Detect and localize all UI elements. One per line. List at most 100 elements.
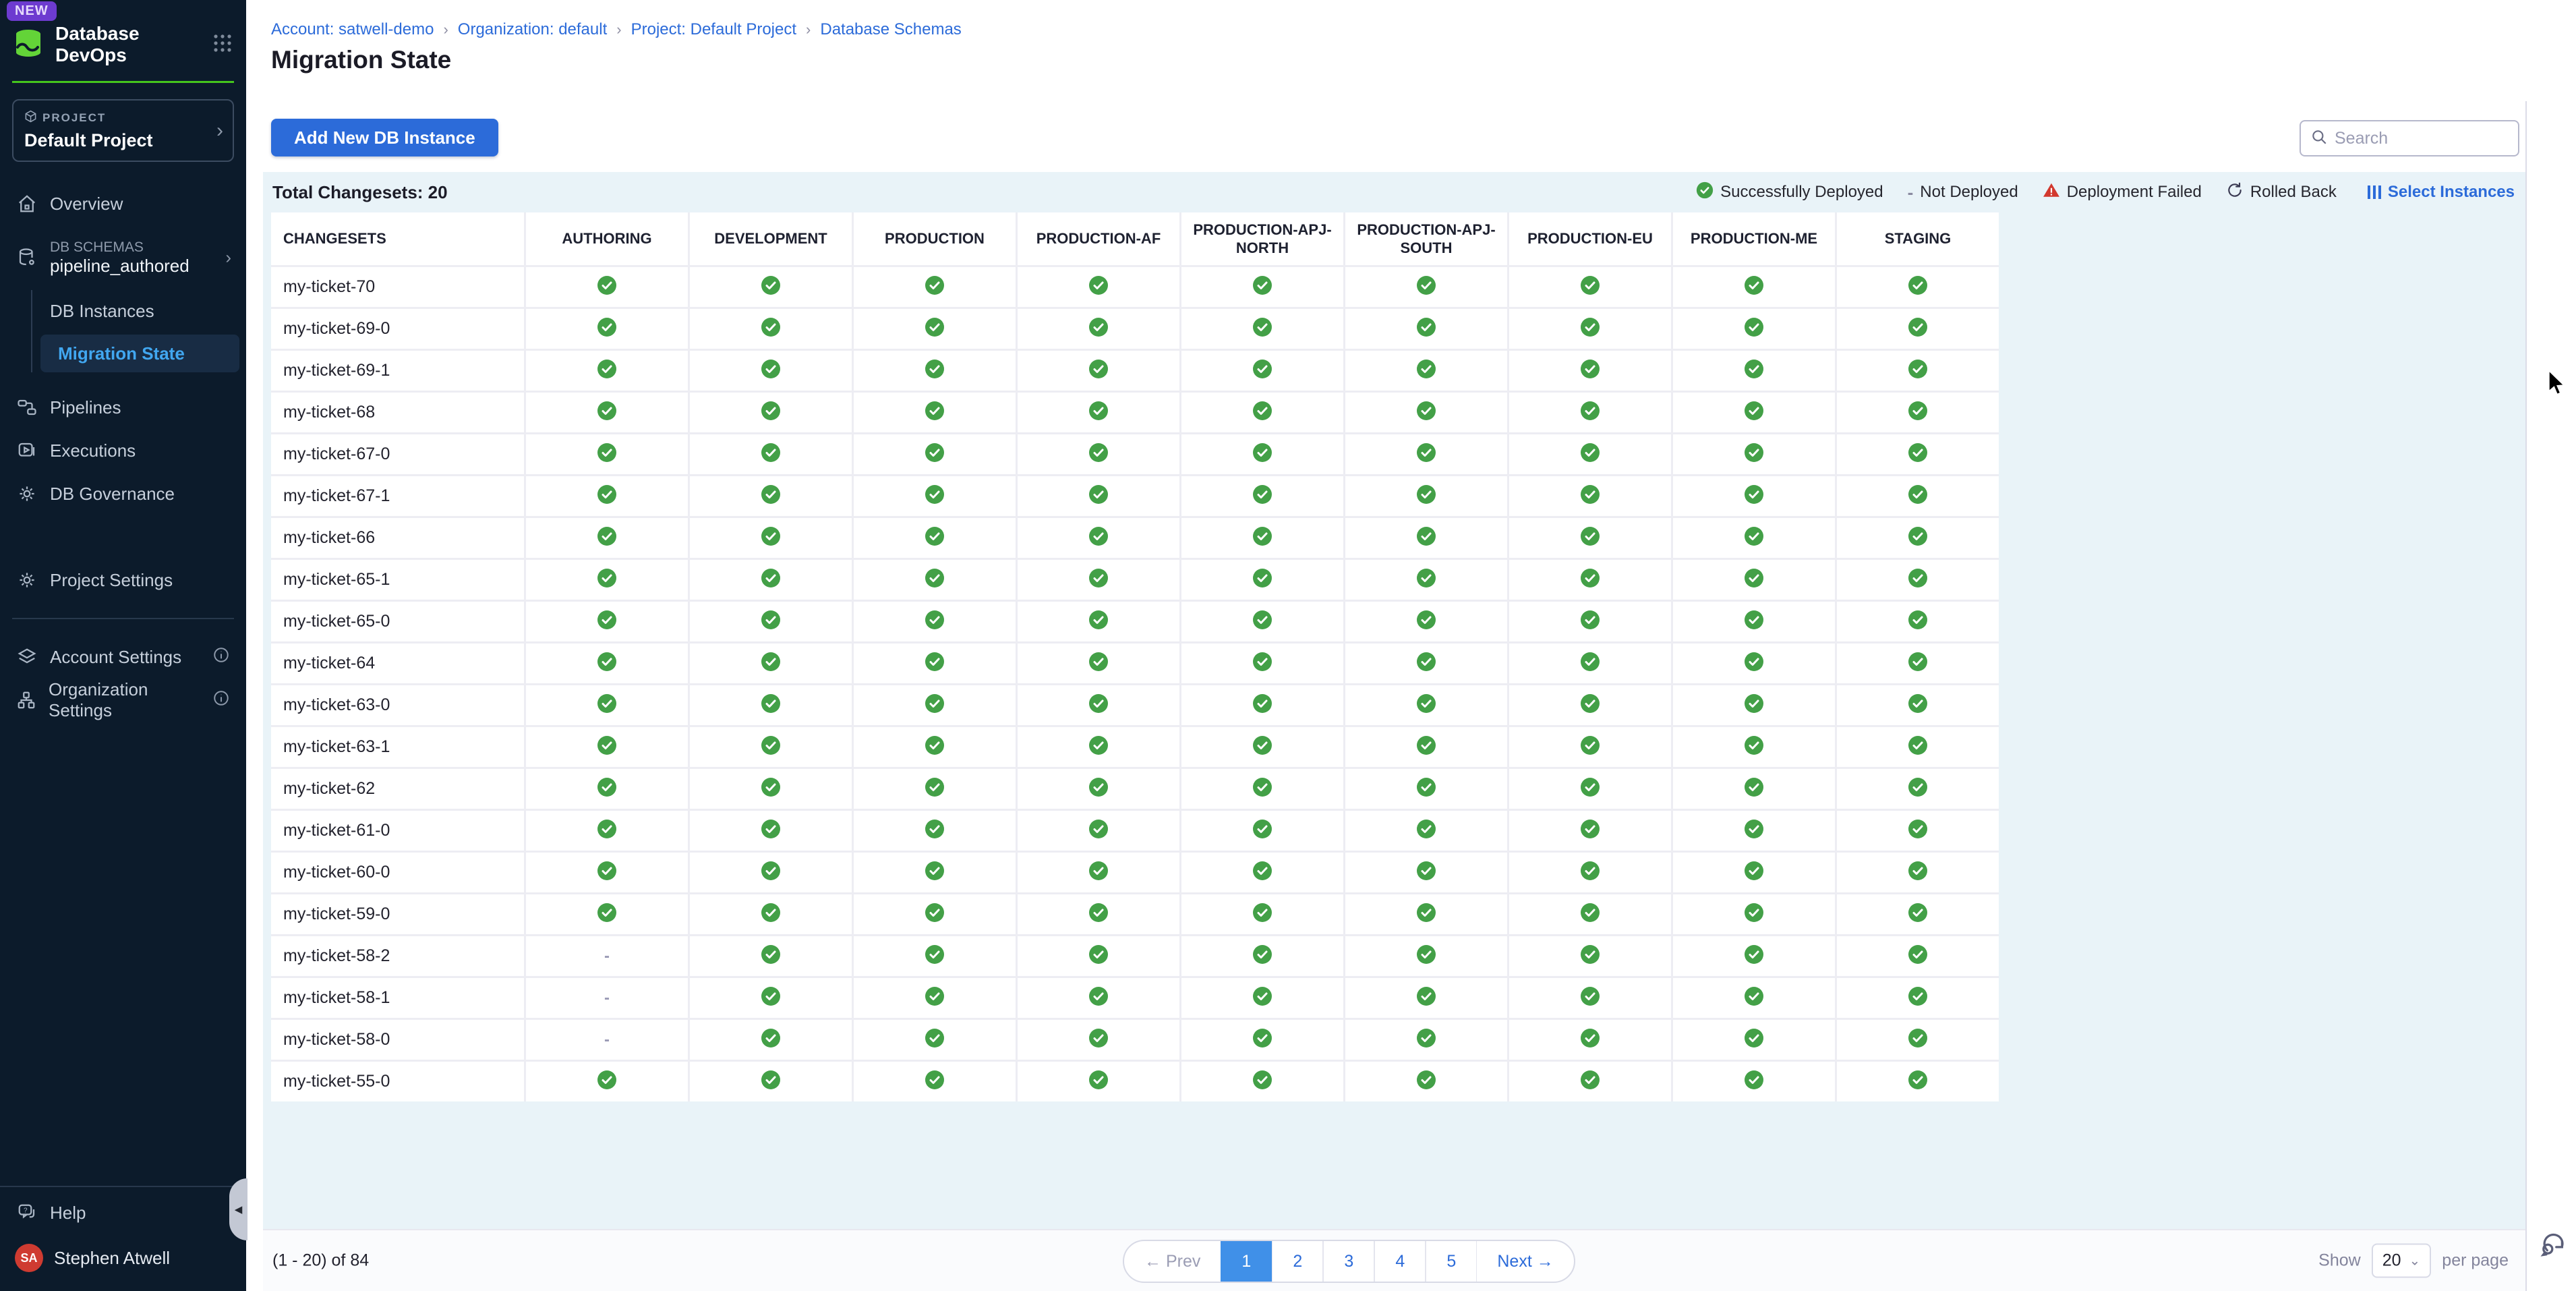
- status-cell[interactable]: [526, 853, 688, 892]
- status-cell[interactable]: [1673, 560, 1835, 600]
- status-cell[interactable]: [1673, 769, 1835, 809]
- status-cell[interactable]: [854, 560, 1016, 600]
- status-cell[interactable]: [1673, 853, 1835, 892]
- add-db-instance-button[interactable]: Add New DB Instance: [271, 119, 498, 156]
- status-cell[interactable]: [1509, 602, 1671, 641]
- status-cell[interactable]: [1673, 309, 1835, 349]
- status-cell[interactable]: [1018, 643, 1179, 683]
- status-cell[interactable]: [1345, 267, 1507, 307]
- status-cell[interactable]: [1673, 1062, 1835, 1101]
- status-cell[interactable]: [526, 393, 688, 432]
- status-cell[interactable]: [1018, 685, 1179, 725]
- status-cell[interactable]: [1345, 936, 1507, 976]
- status-cell[interactable]: [1509, 1020, 1671, 1060]
- status-cell[interactable]: [1837, 602, 1999, 641]
- status-cell[interactable]: [526, 434, 688, 474]
- status-cell[interactable]: [1509, 811, 1671, 851]
- status-cell[interactable]: [1181, 727, 1343, 767]
- status-cell[interactable]: [1018, 1020, 1179, 1060]
- status-cell[interactable]: [1345, 434, 1507, 474]
- page-button-3[interactable]: 3: [1323, 1241, 1374, 1282]
- status-cell[interactable]: [1837, 769, 1999, 809]
- status-cell[interactable]: [1837, 1020, 1999, 1060]
- status-cell[interactable]: [1345, 602, 1507, 641]
- status-cell[interactable]: [1018, 309, 1179, 349]
- status-cell[interactable]: [854, 267, 1016, 307]
- status-cell[interactable]: [1837, 267, 1999, 307]
- status-cell[interactable]: [1837, 476, 1999, 516]
- status-cell[interactable]: [690, 727, 852, 767]
- status-cell[interactable]: [1673, 351, 1835, 391]
- status-cell[interactable]: [1181, 560, 1343, 600]
- status-cell[interactable]: [690, 351, 852, 391]
- status-cell[interactable]: [1673, 936, 1835, 976]
- status-cell[interactable]: [1509, 769, 1671, 809]
- status-cell[interactable]: [1509, 560, 1671, 600]
- status-cell[interactable]: [690, 393, 852, 432]
- sidebar-item-migration-state[interactable]: Migration State: [40, 335, 239, 372]
- status-cell[interactable]: [1345, 1020, 1507, 1060]
- status-cell[interactable]: [526, 309, 688, 349]
- status-cell[interactable]: [1837, 560, 1999, 600]
- status-cell[interactable]: [1345, 560, 1507, 600]
- status-cell[interactable]: [1509, 476, 1671, 516]
- status-cell[interactable]: [690, 267, 852, 307]
- project-selector[interactable]: PROJECT Default Project ›: [12, 99, 234, 162]
- status-cell[interactable]: [1181, 811, 1343, 851]
- support-chat-icon[interactable]: [2537, 1229, 2568, 1263]
- status-cell[interactable]: [1018, 560, 1179, 600]
- status-cell[interactable]: [1673, 811, 1835, 851]
- status-cell[interactable]: [526, 894, 688, 934]
- status-cell[interactable]: [1837, 643, 1999, 683]
- status-cell[interactable]: [1181, 685, 1343, 725]
- status-cell[interactable]: [1345, 727, 1507, 767]
- status-cell[interactable]: [526, 769, 688, 809]
- status-cell[interactable]: [1837, 309, 1999, 349]
- status-cell[interactable]: [1018, 936, 1179, 976]
- breadcrumb-organization[interactable]: Organization: default: [458, 20, 607, 39]
- breadcrumb-database-schemas[interactable]: Database Schemas: [820, 20, 961, 39]
- status-cell[interactable]: [1181, 1020, 1343, 1060]
- sidebar-item-overview[interactable]: Overview: [0, 182, 246, 225]
- status-cell[interactable]: [1509, 393, 1671, 432]
- status-cell[interactable]: [526, 476, 688, 516]
- status-cell[interactable]: [854, 1020, 1016, 1060]
- status-cell[interactable]: [690, 894, 852, 934]
- status-cell[interactable]: [1837, 351, 1999, 391]
- status-cell[interactable]: [1509, 434, 1671, 474]
- page-button-2[interactable]: 2: [1272, 1241, 1323, 1282]
- status-cell[interactable]: [1509, 351, 1671, 391]
- status-cell[interactable]: [526, 351, 688, 391]
- status-cell[interactable]: [1673, 602, 1835, 641]
- status-cell[interactable]: [1345, 685, 1507, 725]
- status-cell[interactable]: [526, 811, 688, 851]
- status-cell[interactable]: [1837, 1062, 1999, 1101]
- select-instances-button[interactable]: Select Instances: [2368, 183, 2515, 202]
- status-cell[interactable]: [854, 978, 1016, 1018]
- status-cell[interactable]: [854, 727, 1016, 767]
- status-cell[interactable]: [1837, 393, 1999, 432]
- status-cell[interactable]: [1018, 727, 1179, 767]
- status-cell[interactable]: [1345, 476, 1507, 516]
- status-cell[interactable]: [1345, 1062, 1507, 1101]
- status-cell[interactable]: [1018, 518, 1179, 558]
- status-cell[interactable]: [1673, 1020, 1835, 1060]
- status-cell[interactable]: [854, 853, 1016, 892]
- status-cell[interactable]: [1837, 685, 1999, 725]
- app-switcher-icon[interactable]: [211, 32, 234, 58]
- status-cell[interactable]: [690, 643, 852, 683]
- status-cell[interactable]: [1181, 643, 1343, 683]
- status-cell[interactable]: [1018, 351, 1179, 391]
- next-page-button[interactable]: Next →: [1477, 1241, 1573, 1282]
- status-cell[interactable]: [526, 267, 688, 307]
- status-cell[interactable]: [1345, 351, 1507, 391]
- status-cell[interactable]: [854, 936, 1016, 976]
- page-button-1[interactable]: 1: [1221, 1241, 1272, 1282]
- status-cell[interactable]: [1837, 894, 1999, 934]
- status-cell[interactable]: [1181, 894, 1343, 934]
- status-cell[interactable]: [854, 1062, 1016, 1101]
- page-button-4[interactable]: 4: [1374, 1241, 1426, 1282]
- status-cell[interactable]: [1018, 769, 1179, 809]
- status-cell[interactable]: [1345, 518, 1507, 558]
- sidebar-item-db-schemas[interactable]: DB SCHEMAS pipeline_authored ›: [0, 225, 246, 290]
